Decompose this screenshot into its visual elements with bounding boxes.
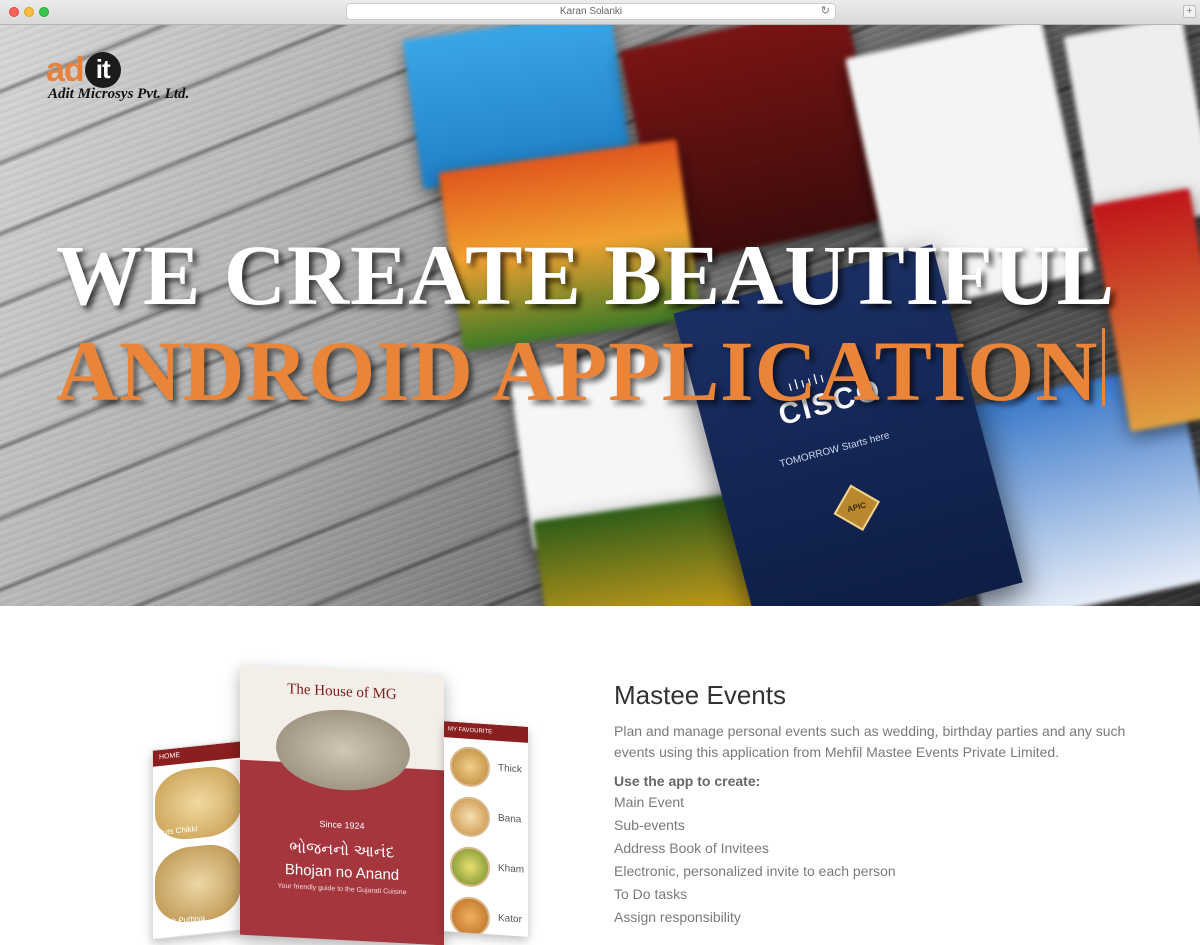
feature-item: Electronic, personalized invite to each … — [614, 863, 896, 879]
apic-badge-icon: APIC — [833, 484, 880, 531]
reload-icon[interactable]: ↻ — [821, 4, 830, 19]
list-item: Kator — [450, 895, 528, 937]
list-item: Bana — [450, 795, 528, 844]
browser-titlebar: Karan Solanki ↻ + — [0, 0, 1200, 25]
project-description: Plan and manage personal events such as … — [614, 723, 1126, 760]
feature-item: Assign responsibility — [614, 909, 741, 925]
address-bar[interactable]: Karan Solanki ↻ — [346, 3, 836, 20]
hero-headline-line2: ANDROID APPLICATION — [56, 321, 1106, 421]
features-heading: Use the app to create: — [614, 773, 761, 789]
minimize-window-button[interactable] — [24, 7, 34, 17]
adit-logo[interactable]: ad it Adit Microsys Pvt. Ltd. — [46, 51, 189, 103]
food-thumbnail — [450, 745, 490, 789]
house-of-mg-title: The House of MG — [287, 681, 397, 703]
project-info: Mastee Events Plan and manage personal e… — [614, 680, 1134, 929]
feature-item: Address Book of Invitees — [614, 840, 769, 856]
food-thumbnail — [450, 845, 490, 889]
phone-home-header: HOME — [153, 741, 243, 767]
food-name: Kator — [498, 912, 522, 926]
phone-home-screen: HOME Nuts Chikki Thick Puthiya — [152, 740, 244, 940]
feature-item: Sub-events — [614, 817, 685, 833]
food-thumbnail — [450, 895, 490, 937]
food-thumbnail — [450, 795, 490, 839]
project-title: Mastee Events — [614, 680, 786, 710]
food-name: Bana — [498, 812, 522, 826]
phone-favourites-screen: MY FAVOURITE Thick Bana Kham Kator — [444, 721, 528, 937]
phone-splash-screen: The House of MG Since 1924 ભોજનનો આનંદ B… — [240, 664, 444, 945]
food-name: Kham — [498, 862, 525, 876]
cisco-tagline: TOMORROW Starts here — [778, 430, 891, 470]
hero-banner: ılıılı CISCO TOMORROW Starts here APIC a… — [0, 25, 1200, 606]
favourites-header: MY FAVOURITE — [444, 721, 528, 743]
typing-caret — [1102, 328, 1106, 406]
address-bar-title: Karan Solanki — [559, 6, 623, 17]
new-tab-button[interactable]: + — [1183, 5, 1196, 18]
list-item: Thick — [450, 745, 528, 794]
hero-headline-line1: WE CREATE BEAUTIFUL — [56, 227, 1116, 323]
logo-mark: ad it — [46, 51, 121, 89]
maximize-window-button[interactable] — [39, 7, 49, 17]
close-window-button[interactable] — [9, 7, 19, 17]
food-name: Thick — [498, 762, 522, 776]
feature-item: Main Event — [614, 794, 685, 810]
app-mockup-phones: HOME Nuts Chikki Thick Puthiya The House… — [150, 660, 530, 945]
feature-item: To Do tasks — [614, 886, 688, 902]
company-name: Adit Microsys Pvt. Ltd. — [48, 86, 190, 102]
list-item: Kham — [450, 845, 528, 894]
